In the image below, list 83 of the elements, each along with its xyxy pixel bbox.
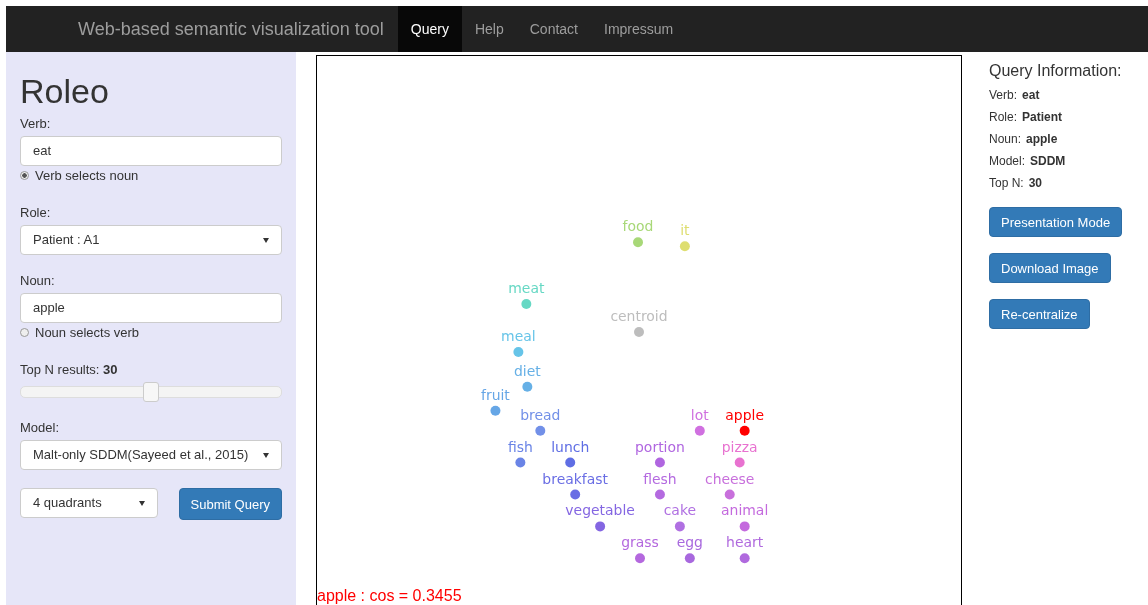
field-label: Role: — [20, 205, 52, 220]
data-point[interactable] — [522, 381, 533, 392]
submit-button[interactable]: Submit Query — [178, 488, 282, 520]
point-label: it — [680, 222, 690, 239]
data-point[interactable] — [515, 457, 526, 468]
action-button[interactable]: Download Image — [989, 253, 1111, 283]
select-dropdown[interactable]: Malt-only SDDM(Sayeed et al., 2015) — [20, 440, 282, 470]
point-label: flesh — [643, 470, 677, 487]
info-label: Noun: — [989, 132, 1022, 146]
field-label: Noun: — [20, 273, 56, 288]
data-point[interactable] — [684, 553, 695, 564]
data-point[interactable] — [734, 457, 745, 468]
point-label: grass — [621, 534, 659, 551]
radio-label: Verb selects noun — [35, 168, 139, 183]
info-label: Model: — [989, 154, 1026, 168]
point-label: breakfast — [542, 470, 608, 487]
point-label: meal — [501, 327, 536, 344]
point-label: meat — [508, 280, 545, 297]
nav-tab[interactable]: Query — [397, 6, 462, 52]
data-point[interactable] — [674, 521, 685, 532]
data-point[interactable] — [739, 521, 750, 532]
info-value: eat — [1022, 88, 1040, 102]
radio-label: Noun selects verb — [35, 325, 140, 340]
point-label: pizza — [721, 438, 758, 455]
point-label: cheese — [705, 470, 755, 487]
action-button[interactable]: Re-centralize — [989, 299, 1090, 329]
radio-button[interactable] — [20, 171, 29, 180]
data-point[interactable] — [535, 425, 546, 436]
field-label: Top N results: 30 — [20, 362, 119, 377]
select-dropdown[interactable]: Patient : A1 — [20, 225, 282, 255]
brand-title[interactable]: Web-based semantic visualization tool — [6, 6, 398, 52]
point-label: cake — [663, 502, 697, 519]
caret-icon — [263, 237, 269, 243]
info-value: Patient — [1022, 110, 1063, 124]
point-label: bread — [520, 406, 561, 423]
info-value: 30 — [1028, 176, 1043, 190]
point-label: portion — [635, 438, 685, 455]
radio-button[interactable] — [20, 328, 29, 337]
similarity-readout: apple : cos = 0.3455 — [317, 587, 462, 605]
data-point[interactable] — [635, 553, 645, 564]
data-point[interactable] — [565, 457, 576, 468]
point-label: lunch — [551, 438, 590, 455]
point-label: fruit — [481, 386, 510, 403]
point-label: apple — [725, 406, 764, 423]
data-point[interactable] — [694, 425, 705, 436]
point-label: lot — [690, 406, 709, 423]
data-point[interactable] — [490, 405, 501, 416]
point-label: vegetable — [565, 502, 635, 519]
nav-tab[interactable]: Contact — [516, 6, 591, 52]
data-point[interactable] — [739, 425, 750, 436]
input-field[interactable]: apple — [20, 293, 282, 323]
caret-icon — [263, 452, 269, 458]
app-title: Roleo — [20, 72, 110, 110]
input-field[interactable]: eat — [20, 136, 282, 166]
data-point[interactable] — [634, 327, 644, 337]
info-value: SDDM — [1030, 154, 1066, 168]
point-label: heart — [726, 534, 764, 551]
select-dropdown[interactable]: 4 quadrants — [20, 488, 158, 518]
data-point[interactable] — [570, 489, 581, 500]
slider-handle[interactable] — [143, 382, 159, 402]
caret-icon — [139, 500, 145, 506]
data-point[interactable] — [513, 346, 524, 357]
point-label: centroid — [610, 308, 668, 325]
point-label: food — [622, 218, 654, 235]
info-label: Top N: — [989, 176, 1024, 190]
data-point[interactable] — [739, 553, 750, 564]
point-label: animal — [721, 502, 769, 519]
info-value: apple — [1026, 132, 1058, 146]
action-button[interactable]: Presentation Mode — [989, 207, 1123, 237]
nav-tab[interactable]: Impressum — [591, 6, 687, 52]
data-point[interactable] — [654, 457, 665, 468]
data-point[interactable] — [654, 489, 665, 500]
info-label: Verb: — [989, 88, 1018, 102]
field-label: Verb: — [20, 116, 52, 131]
nav-tab[interactable]: Help — [461, 6, 517, 52]
data-point[interactable] — [595, 521, 606, 532]
point-label: fish — [507, 438, 533, 455]
point-label: diet — [513, 362, 541, 379]
point-label: egg — [676, 534, 703, 551]
info-label: Role: — [989, 110, 1017, 124]
field-label: Model: — [20, 420, 61, 435]
panel-heading: Query Information: — [989, 62, 1122, 80]
data-point[interactable] — [724, 489, 735, 500]
